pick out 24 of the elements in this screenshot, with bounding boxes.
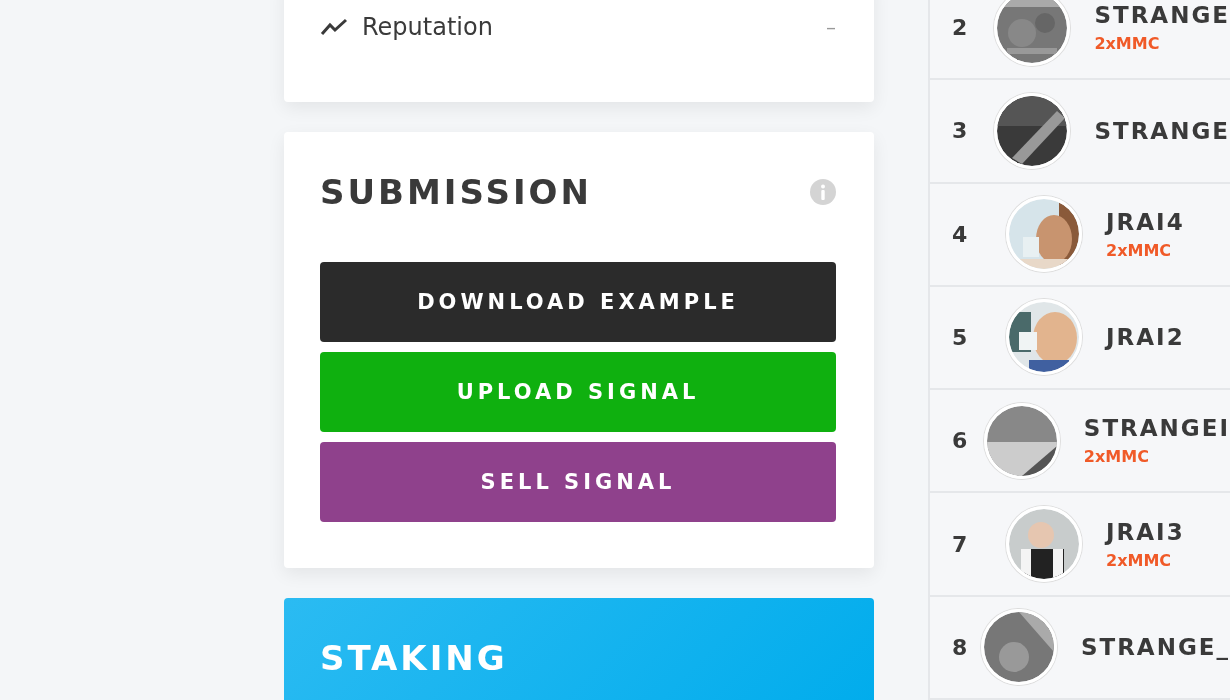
reputation-value: – xyxy=(826,15,836,39)
rank-number: 8 xyxy=(952,634,969,660)
user-name: STRANGE_ xyxy=(1080,634,1230,661)
reputation-label: Reputation xyxy=(362,13,494,41)
section-title: STAKING xyxy=(320,638,509,678)
multiplier-label: 2xMMC xyxy=(1106,550,1173,570)
multiplier-label: 2xMMC xyxy=(1094,34,1161,54)
user-name: STRANGE xyxy=(1094,2,1230,29)
rank-number: 3 xyxy=(952,118,969,144)
user-name: JRAI4 xyxy=(1106,208,1185,235)
multiplier-label: 2xMMC xyxy=(1106,240,1173,260)
rank-number: 7 xyxy=(952,531,969,557)
rank-number: 2 xyxy=(952,15,969,41)
section-title: SUBMISSION xyxy=(320,172,592,212)
user-name: JRAI3 xyxy=(1106,518,1185,545)
rank-number: 5 xyxy=(952,325,969,350)
sell-button[interactable]: SELL SIGNAL xyxy=(320,442,836,522)
download-button[interactable]: DOWNLOAD EXAMPLE xyxy=(320,262,836,342)
rank-number: 4 xyxy=(952,221,969,247)
user-name: JRAI2 xyxy=(1106,324,1185,351)
user-name: STRANGE xyxy=(1094,117,1230,144)
multiplier-label: 2xMMC xyxy=(1083,447,1150,467)
rank-number: 6 xyxy=(952,428,969,454)
user-name: STRANGEI xyxy=(1083,415,1230,442)
